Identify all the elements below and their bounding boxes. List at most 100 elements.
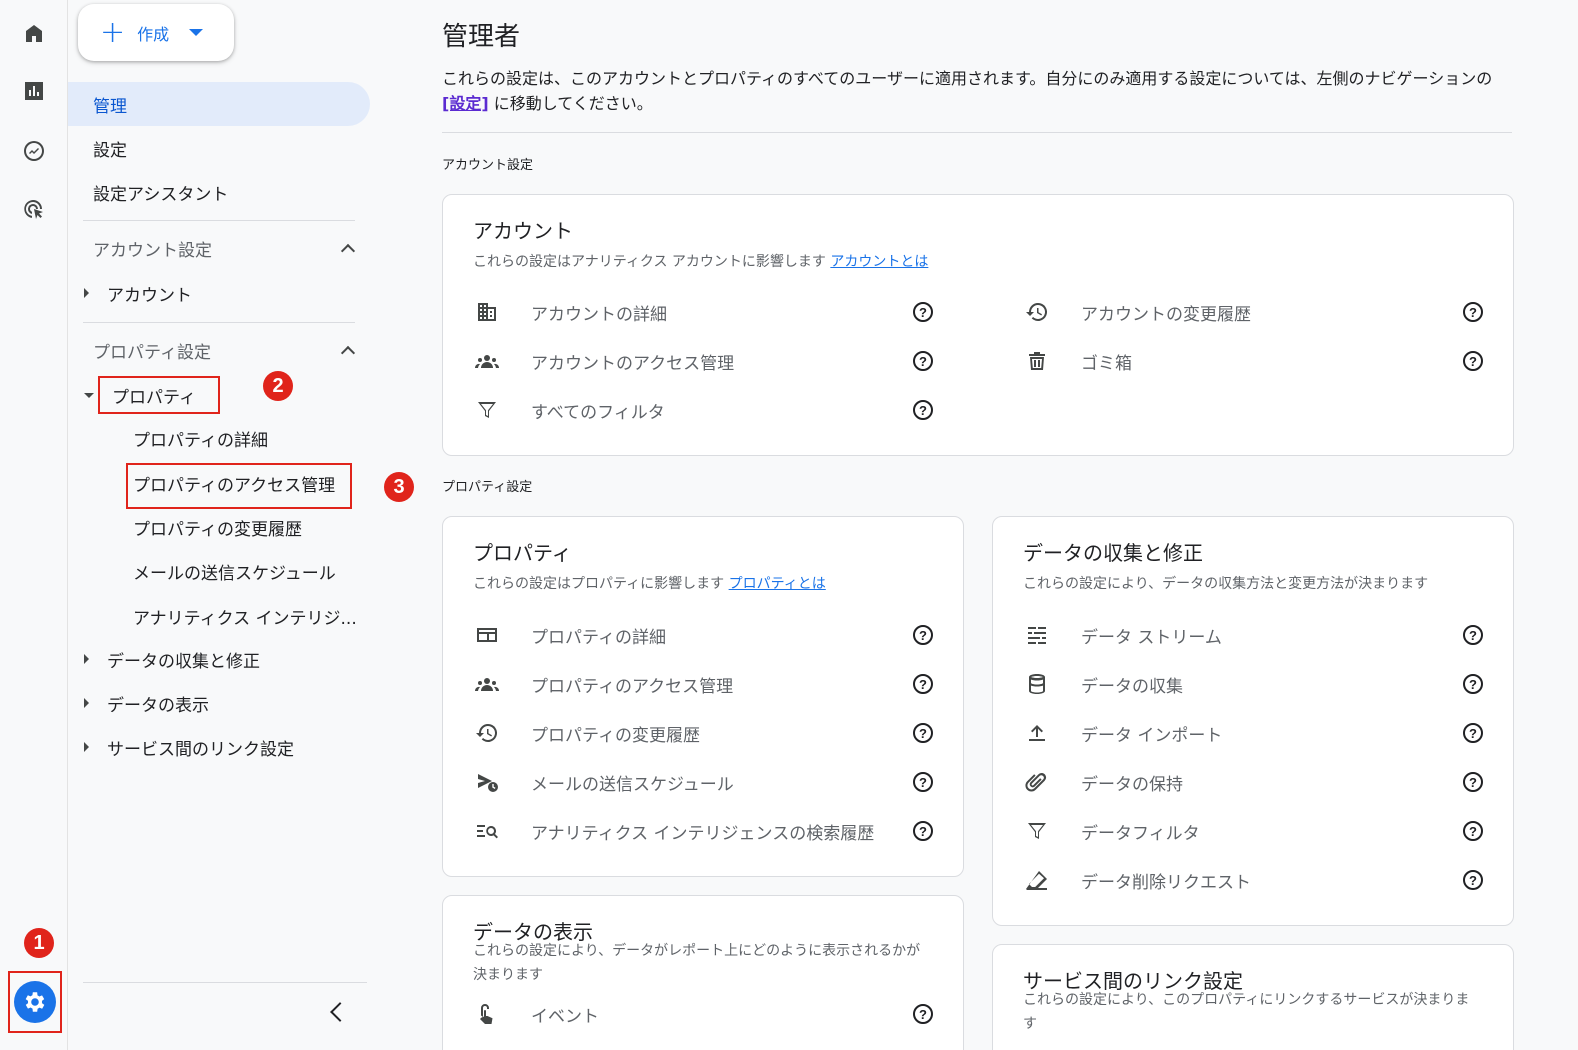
create-label: 作成: [137, 24, 170, 44]
help-icon[interactable]: ?: [913, 400, 933, 420]
chevron-up-icon: [340, 345, 356, 361]
property-section-label: プロパティ設定: [442, 480, 533, 495]
expand-arrow-icon: [84, 654, 89, 664]
nav-item-product-links[interactable]: サービス間のリンク設定: [68, 725, 294, 769]
gear-icon[interactable]: [14, 981, 56, 1023]
data-retention-row[interactable]: データの保持 ?: [1023, 765, 1498, 799]
chevron-up-icon: [340, 243, 356, 259]
nav-item-settings[interactable]: 設定: [68, 126, 127, 170]
all-filters-row[interactable]: すべてのフィルタ ?: [473, 393, 948, 427]
account-history-row[interactable]: アカウントの変更履歴 ?: [1023, 295, 1498, 329]
help-icon[interactable]: ?: [913, 674, 933, 694]
touch-icon: [473, 1000, 501, 1028]
section-label: プロパティ設定: [93, 342, 211, 363]
row-label: プロパティの詳細: [531, 627, 666, 648]
product-links-card: サービス間のリンク設定 これらの設定により、このプロパティにリンクするサービスが…: [992, 944, 1514, 1050]
nav-section-property[interactable]: プロパティ設定: [93, 330, 359, 370]
upload-icon: [1023, 719, 1051, 747]
data-streams-row[interactable]: データ ストリーム ?: [1023, 618, 1498, 652]
help-icon[interactable]: ?: [913, 351, 933, 371]
help-icon[interactable]: ?: [913, 1004, 933, 1024]
nav-item-admin[interactable]: 管理: [68, 82, 370, 126]
trash-row[interactable]: ゴミ箱 ?: [1023, 344, 1498, 378]
card-title: プロパティ: [473, 541, 572, 565]
help-icon[interactable]: ?: [913, 821, 933, 841]
help-icon[interactable]: ?: [913, 723, 933, 743]
property-access-highlight: [126, 463, 352, 509]
nav-item-label: サービス間のリンク設定: [107, 739, 294, 760]
people-icon: [473, 347, 501, 375]
nav-divider: [83, 982, 367, 983]
collapse-nav-icon[interactable]: [330, 1002, 350, 1022]
settings-link[interactable]: [設定]: [442, 94, 489, 113]
data-filters-row[interactable]: データフィルタ ?: [1023, 814, 1498, 848]
help-icon[interactable]: ?: [1463, 870, 1483, 890]
nav-item-property-details[interactable]: プロパティの詳細: [68, 416, 268, 460]
nav-item-data-collection[interactable]: データの収集と修正: [68, 637, 260, 681]
row-label: プロパティのアクセス管理: [531, 676, 734, 697]
help-icon[interactable]: ?: [1463, 821, 1483, 841]
nav-item-label: プロパティの詳細: [133, 430, 268, 451]
account-access-row[interactable]: アカウントのアクセス管理 ?: [473, 344, 948, 378]
nav-item-label: プロパティの変更履歴: [133, 519, 302, 540]
data-display-card: データの表示 これらの設定により、データがレポート上にどのように表示されるかが決…: [442, 895, 964, 1050]
account-details-row[interactable]: アカウントの詳細 ?: [473, 295, 948, 329]
nav-item-setup-assistant[interactable]: 設定アシスタント: [68, 170, 228, 214]
expand-arrow-icon: [84, 742, 89, 752]
nav-item-account[interactable]: アカウント: [68, 271, 192, 315]
row-label: メールの送信スケジュール: [531, 774, 734, 795]
what-is-account-link[interactable]: アカウントとは: [830, 254, 928, 270]
help-icon[interactable]: ?: [1463, 351, 1483, 371]
help-icon[interactable]: ?: [1463, 625, 1483, 645]
events-row[interactable]: イベント ?: [473, 997, 948, 1031]
property-details-row[interactable]: プロパティの詳細 ?: [473, 618, 948, 652]
row-label: アナリティクス インテリジェンスの検索履歴: [531, 823, 875, 844]
main-content: 管理者 これらの設定は、このアカウントとプロパティのすべてのユーザーに適用されま…: [442, 0, 1514, 1050]
nav-item-property-history[interactable]: プロパティの変更履歴: [68, 505, 302, 549]
search-history-row[interactable]: アナリティクス インテリジェンスの検索履歴 ?: [473, 814, 948, 848]
marker-2: 2: [263, 371, 293, 401]
home-icon[interactable]: [20, 19, 48, 47]
advertising-icon[interactable]: [20, 196, 48, 224]
account-section-label: アカウント設定: [442, 158, 534, 173]
help-icon[interactable]: ?: [1463, 674, 1483, 694]
explore-icon[interactable]: [20, 137, 48, 165]
nav-item-data-display[interactable]: データの表示: [68, 681, 209, 725]
filter-icon: [1023, 817, 1051, 845]
data-deletion-row[interactable]: データ削除リクエスト ?: [1023, 863, 1498, 897]
data-collection-row[interactable]: データの収集 ?: [1023, 667, 1498, 701]
expand-arrow-icon: [84, 698, 89, 708]
help-icon[interactable]: ?: [913, 772, 933, 792]
row-label: データの収集: [1081, 676, 1183, 697]
property-access-row[interactable]: プロパティのアクセス管理 ?: [473, 667, 948, 701]
row-label: プロパティの変更履歴: [531, 725, 700, 746]
trash-icon: [1023, 347, 1051, 375]
property-details-icon: [473, 621, 501, 649]
reports-icon[interactable]: [20, 77, 48, 105]
email-schedule-row[interactable]: メールの送信スケジュール ?: [473, 765, 948, 799]
description-text: に移動してください。: [488, 94, 653, 113]
property-highlight: [98, 376, 220, 414]
help-icon[interactable]: ?: [913, 302, 933, 322]
create-button[interactable]: + 作成: [78, 4, 234, 61]
card-title: データの収集と修正: [1023, 541, 1203, 565]
building-icon: [473, 298, 501, 326]
eraser-icon: [1023, 866, 1051, 894]
plus-icon: +: [100, 14, 126, 50]
nav-item-label: データの表示: [107, 695, 209, 716]
card-subtitle: これらの設定により、データの収集方法と変更方法が決まります: [1023, 576, 1429, 592]
nav-section-account[interactable]: アカウント設定: [93, 228, 359, 268]
row-label: データの保持: [1081, 774, 1183, 795]
data-import-row[interactable]: データ インポート ?: [1023, 716, 1498, 750]
property-history-row[interactable]: プロパティの変更履歴 ?: [473, 716, 948, 750]
left-rail: [0, 0, 68, 1050]
help-icon[interactable]: ?: [1463, 302, 1483, 322]
help-icon[interactable]: ?: [1463, 723, 1483, 743]
help-icon[interactable]: ?: [1463, 772, 1483, 792]
nav-item-email-schedule[interactable]: メールの送信スケジュール: [68, 549, 336, 593]
help-icon[interactable]: ?: [913, 625, 933, 645]
nav-item-analytics-intelligence[interactable]: アナリティクス インテリジ...: [68, 594, 357, 638]
card-subtitle: これらの設定はアナリティクス アカウントに影響します アカウントとは: [473, 250, 928, 274]
row-label: アカウントのアクセス管理: [531, 353, 735, 374]
what-is-property-link[interactable]: プロパティとは: [729, 576, 826, 592]
